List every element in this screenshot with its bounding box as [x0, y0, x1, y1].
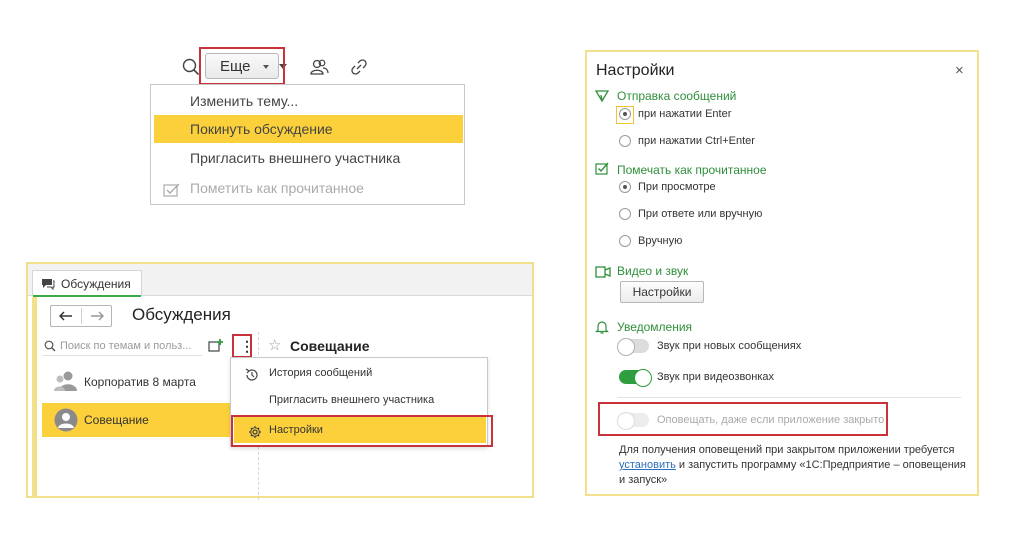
users-icon[interactable]: [308, 56, 330, 78]
conversation-label: Совещание: [84, 413, 149, 427]
conversation-label: Корпоратив 8 марта: [84, 375, 196, 389]
add-topic-icon[interactable]: [208, 338, 224, 354]
install-link[interactable]: установить: [619, 459, 676, 471]
toggle-label: Звук при новых сообщениях: [657, 340, 802, 352]
send-icon: [594, 89, 610, 107]
search-input[interactable]: Поиск по темам и польз...: [42, 336, 202, 356]
back-arrow-icon[interactable]: [51, 306, 81, 326]
menu-item-label: Пометить как прочитанное: [190, 180, 364, 196]
forward-arrow-icon[interactable]: [82, 306, 112, 326]
menu-item-mark-read[interactable]: Пометить как прочитанное: [151, 174, 464, 202]
toggle-sound-new-messages[interactable]: Звук при новых сообщениях: [617, 338, 802, 356]
radio-label: При ответе или вручную: [638, 208, 763, 220]
more-menu: Изменить тему... Покинуть обсуждение При…: [150, 84, 465, 205]
radio-button[interactable]: [619, 108, 631, 120]
avatar: [54, 408, 78, 435]
radio-label: при нажатии Enter: [638, 108, 732, 120]
settings-title: Настройки: [596, 62, 675, 79]
search-icon: [44, 339, 56, 355]
video-icon: [595, 265, 611, 283]
menu-item-label: Пригласить внешнего участника: [269, 394, 435, 406]
toggle-sound-video-calls[interactable]: Звук при видеозвонках: [619, 369, 775, 387]
radio-button[interactable]: [619, 181, 631, 193]
close-icon[interactable]: ×: [955, 62, 964, 79]
section-send-heading: Отправка сообщений: [617, 89, 737, 103]
tab-discussions[interactable]: Обсуждения: [32, 270, 142, 297]
chat-icon: [41, 278, 55, 293]
radio-mark-on-reply[interactable]: При ответе или вручную: [619, 208, 762, 220]
conversation-item[interactable]: Совещание: [42, 403, 232, 437]
menu-item-leave-discussion[interactable]: Покинуть обсуждение: [154, 115, 463, 143]
settings-panel: Настройки × Отправка сообщений при нажат…: [585, 50, 979, 496]
search-placeholder: Поиск по темам и польз...: [60, 340, 192, 352]
radio-send-enter[interactable]: при нажатии Enter: [619, 108, 731, 120]
menu-item-label: Покинуть обсуждение: [190, 121, 333, 137]
toggle-label: Звук при видеозвонках: [657, 371, 775, 383]
menu-item-history[interactable]: История сообщений: [231, 360, 487, 386]
check-message-icon: [595, 162, 609, 181]
avatar: [54, 370, 78, 395]
chevron-down-icon: [263, 65, 269, 69]
menu-item-label: История сообщений: [269, 367, 373, 379]
discussions-window: Обсуждения Обсуждения Поиск по темам и п…: [26, 262, 534, 500]
toggle-switch[interactable]: [619, 369, 652, 387]
toggle-notify-when-closed[interactable]: Оповещать, даже если приложение закрыто: [617, 412, 885, 430]
install-note: Для получения оповещений при закрытом пр…: [619, 443, 971, 488]
window-frame-edge: [32, 297, 37, 496]
divider: [617, 397, 961, 398]
toggle-label: Оповещать, даже если приложение закрыто: [657, 414, 885, 426]
menu-item-change-topic[interactable]: Изменить тему...: [151, 87, 464, 115]
radio-send-ctrl-enter[interactable]: при нажатии Ctrl+Enter: [619, 135, 755, 147]
more-button-label: Еще: [220, 57, 251, 75]
tab-bar: Обсуждения: [28, 264, 532, 297]
radio-button[interactable]: [619, 135, 631, 147]
link-icon[interactable]: [348, 56, 370, 78]
radio-label: При просмотре: [638, 181, 716, 193]
toggle-switch[interactable]: [617, 338, 649, 356]
menu-item-label: Изменить тему...: [190, 93, 299, 109]
menu-item-invite-external[interactable]: Пригласить внешнего участника: [231, 387, 487, 413]
radio-mark-manual[interactable]: Вручную: [619, 235, 682, 247]
menu-item-label: Пригласить внешнего участника: [190, 150, 401, 166]
check-message-icon: [163, 180, 181, 208]
tab-label: Обсуждения: [61, 276, 131, 291]
video-settings-button[interactable]: Настройки: [620, 281, 704, 303]
star-icon[interactable]: ☆: [268, 336, 281, 354]
section-mark-read-heading: Помечать как прочитанное: [617, 163, 767, 177]
note-text: Для получения оповещений при закрытом пр…: [619, 444, 955, 456]
section-notifications-heading: Уведомления: [617, 320, 693, 334]
nav-arrows: [50, 305, 112, 327]
section-video-heading: Видео и звук: [617, 264, 689, 278]
bell-icon: [595, 320, 609, 339]
conversation-item[interactable]: Корпоратив 8 марта: [42, 365, 232, 399]
page-title: Обсуждения: [132, 305, 231, 324]
radio-label: при нажатии Ctrl+Enter: [638, 135, 755, 147]
conversation-title: Совещание: [290, 338, 370, 354]
radio-label: Вручную: [638, 235, 683, 247]
menu-item-invite-external[interactable]: Пригласить внешнего участника: [151, 144, 464, 172]
radio-button[interactable]: [619, 208, 631, 220]
more-button[interactable]: Еще: [205, 53, 279, 79]
toggle-switch[interactable]: [617, 412, 649, 430]
radio-mark-on-view[interactable]: При просмотре: [619, 181, 716, 193]
highlight-frame: [231, 415, 493, 447]
more-vertical-icon[interactable]: ⋮: [240, 339, 254, 353]
radio-button[interactable]: [619, 235, 631, 247]
